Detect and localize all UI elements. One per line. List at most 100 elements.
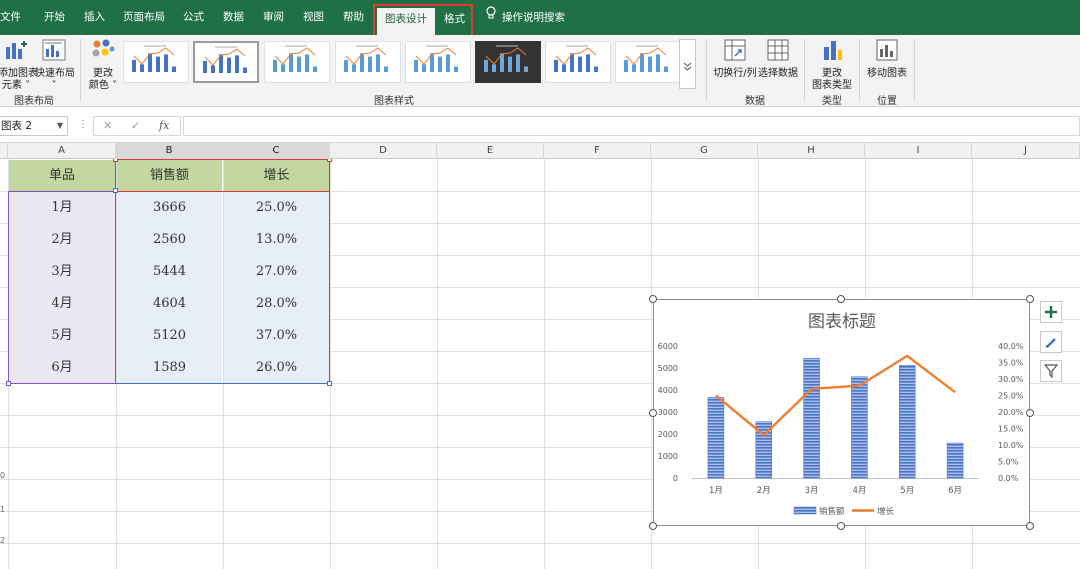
chart-style-thumbnail[interactable]	[615, 41, 681, 83]
cell-growth[interactable]: 26.0%	[224, 352, 329, 384]
tab-view[interactable]: 视图	[303, 0, 324, 35]
chart-style-thumbnail[interactable]	[335, 41, 401, 83]
row-header[interactable]: 2	[0, 536, 5, 545]
switch-row-column-button[interactable]: 切换行/列	[712, 39, 758, 80]
chart-filters-button[interactable]	[1040, 360, 1062, 382]
select-data-button[interactable]: 选择数据	[758, 39, 798, 80]
range-resize-handle[interactable]	[113, 159, 118, 162]
chart-resize-handle[interactable]	[837, 522, 845, 530]
table-header-growth[interactable]: 增长	[224, 160, 329, 192]
range-resize-handle[interactable]	[6, 381, 11, 386]
drag-handle-icon[interactable]: ⋮	[78, 119, 88, 130]
chart-style-thumbnail[interactable]	[264, 41, 330, 83]
move-chart-button[interactable]: 移动图表	[866, 39, 908, 80]
chart-resize-handle[interactable]	[837, 295, 845, 303]
bar-sales[interactable]	[803, 357, 820, 479]
column-header-b[interactable]: B	[116, 143, 223, 159]
tab-page-layout[interactable]: 页面布局	[123, 0, 165, 35]
line-growth[interactable]	[715, 354, 956, 437]
quick-layout-button[interactable]: 快速布局 ˅	[35, 39, 75, 92]
cell-sales[interactable]: 1589	[117, 352, 222, 384]
legend-label-sales[interactable]: 销售额	[819, 506, 845, 517]
tab-help[interactable]: 帮助	[343, 0, 364, 35]
cell-growth[interactable]: 25.0%	[224, 192, 329, 224]
legend-label-growth[interactable]: 增长	[877, 506, 895, 517]
cell-month[interactable]: 3月	[9, 256, 115, 288]
column-header-d[interactable]: D	[330, 143, 437, 159]
embedded-chart[interactable]: 图表标题 0 1000 2000 3000 4000 5000 6000 0.0% 5.0% 10.…	[653, 299, 1030, 526]
insert-function-icon[interactable]: fx	[159, 119, 169, 132]
column-header-e[interactable]: E	[437, 143, 544, 159]
chart-resize-handle[interactable]	[1026, 409, 1034, 417]
chart-resize-handle[interactable]	[649, 522, 657, 530]
chart-resize-handle[interactable]	[1026, 295, 1034, 303]
chart-resize-handle[interactable]	[649, 295, 657, 303]
name-box[interactable]: 图表 2 ▼	[0, 116, 68, 136]
y-left-tick-label: 5000	[658, 364, 678, 373]
chart-style-thumbnail[interactable]	[405, 41, 471, 83]
context-tabs-highlight	[373, 4, 473, 35]
chevron-down-icon[interactable]: ▼	[57, 117, 63, 135]
bar-sales[interactable]	[899, 365, 916, 479]
cell-month[interactable]: 1月	[9, 192, 115, 224]
group-separator	[706, 39, 707, 101]
cell-month[interactable]: 6月	[9, 352, 115, 384]
tab-file[interactable]: 文件	[0, 0, 21, 35]
enter-icon[interactable]: ✓	[131, 119, 140, 132]
column-header-c[interactable]: C	[223, 143, 330, 159]
chart-resize-handle[interactable]	[649, 409, 657, 417]
chart-type-icon	[810, 39, 854, 65]
select-all-corner[interactable]	[0, 143, 8, 159]
bar-sales[interactable]	[851, 376, 868, 479]
cell-sales[interactable]: 5120	[117, 320, 222, 352]
column-header-j[interactable]: J	[972, 143, 1080, 159]
table-header-sales[interactable]: 销售额	[117, 160, 222, 192]
cancel-icon[interactable]: ✕	[103, 119, 112, 132]
chart-style-thumbnail[interactable]	[123, 41, 189, 83]
chart-style-thumbnail[interactable]	[475, 41, 541, 83]
tab-insert[interactable]: 插入	[84, 0, 105, 35]
column-header-g[interactable]: G	[651, 143, 758, 159]
tab-review[interactable]: 审阅	[263, 0, 284, 35]
cell-growth[interactable]: 28.0%	[224, 288, 329, 320]
range-resize-handle[interactable]	[327, 159, 332, 162]
cell-sales[interactable]: 4604	[117, 288, 222, 320]
tab-data[interactable]: 数据	[223, 0, 244, 35]
chart-resize-handle[interactable]	[1026, 522, 1034, 530]
column-header-f[interactable]: F	[544, 143, 651, 159]
tell-me-search[interactable]: 操作说明搜索	[486, 0, 565, 35]
change-colors-button[interactable]: 更改 颜色 ˅	[86, 39, 120, 92]
cell-month[interactable]: 4月	[9, 288, 115, 320]
chart-style-thumbnail[interactable]	[193, 41, 259, 83]
change-chart-type-button[interactable]: 更改 图表类型	[810, 39, 854, 92]
y-left-tick-label: 0	[673, 474, 678, 483]
chart-title[interactable]: 图表标题	[808, 312, 876, 332]
cell-growth[interactable]: 37.0%	[224, 320, 329, 352]
row-header[interactable]: 1	[0, 505, 5, 514]
bar-sales[interactable]	[707, 397, 725, 479]
cell-sales[interactable]: 3666	[117, 192, 222, 224]
gallery-expand-button[interactable]	[679, 39, 696, 89]
column-header-i[interactable]: I	[865, 143, 972, 159]
add-chart-element-button[interactable]: 添加图表 元素 ˅	[0, 39, 38, 92]
cell-growth[interactable]: 13.0%	[224, 224, 329, 256]
chart-style-thumbnail[interactable]	[545, 41, 611, 83]
column-header-h[interactable]: H	[758, 143, 865, 159]
cell-sales[interactable]: 2560	[117, 224, 222, 256]
cell-sales[interactable]: 5444	[117, 256, 222, 288]
range-resize-handle[interactable]	[113, 188, 118, 193]
chart-elements-button[interactable]	[1040, 301, 1062, 323]
cell-growth[interactable]: 27.0%	[224, 256, 329, 288]
row-header[interactable]: 0	[0, 471, 5, 480]
tab-formulas[interactable]: 公式	[183, 0, 204, 35]
y-left-tick-label: 3000	[658, 408, 678, 417]
cell-month[interactable]: 2月	[9, 224, 115, 256]
column-header-a[interactable]: A	[8, 143, 116, 159]
formula-input[interactable]	[183, 116, 1080, 136]
chart-styles-button[interactable]	[1040, 331, 1062, 353]
table-header-item[interactable]: 单品	[9, 160, 115, 192]
cell-month[interactable]: 5月	[9, 320, 115, 352]
bar-sales[interactable]	[946, 442, 964, 479]
range-resize-handle[interactable]	[327, 381, 332, 386]
tab-home[interactable]: 开始	[44, 0, 65, 35]
